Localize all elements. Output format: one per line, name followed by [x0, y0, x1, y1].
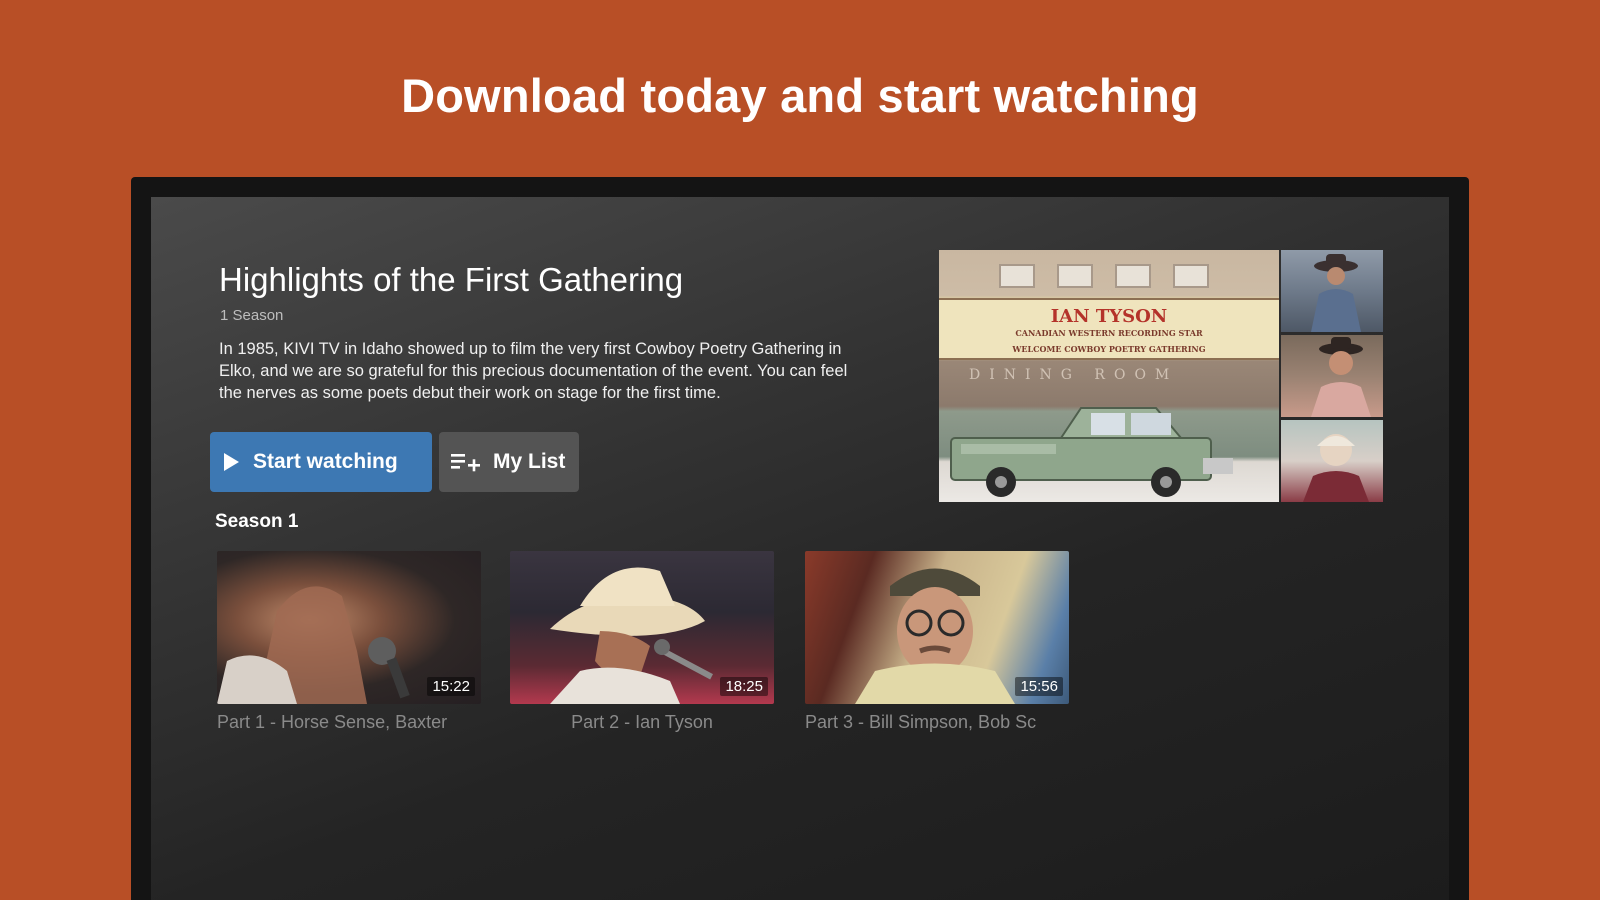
performer-photo-2 — [1281, 335, 1383, 417]
tv-screen: Highlights of the First Gathering 1 Seas… — [151, 197, 1449, 900]
episode-card-3[interactable]: 15:56 Part 3 - Bill Simpson, Bob Sc — [805, 551, 1069, 733]
episode-thumbnail[interactable]: 15:56 — [805, 551, 1069, 704]
episode-title: Part 1 - Horse Sense, Baxter — [217, 712, 448, 732]
season-count: 1 Season — [220, 307, 284, 324]
show-title: Highlights of the First Gathering — [219, 261, 684, 298]
season-label: Season 1 — [215, 511, 299, 532]
start-watching-button[interactable]: Start watching — [210, 432, 432, 492]
marquee-line3: WELCOME COWBOY POETRY GATHERING — [1012, 344, 1206, 354]
marquee-line1: IAN TYSON — [1050, 306, 1168, 327]
building-windows — [999, 264, 1239, 288]
playlist-add-icon — [451, 454, 480, 472]
my-list-button[interactable]: My List — [439, 432, 579, 492]
promo-headline: Download today and start watching — [401, 69, 1199, 122]
show-description: In 1985, KIVI TV in Idaho showed up to f… — [219, 340, 848, 402]
hero-side-strip — [1281, 250, 1383, 502]
episode-card-1[interactable]: 15:22 Part 1 - Horse Sense, Baxter — [217, 551, 481, 733]
performer-photo-3 — [1281, 420, 1383, 502]
my-list-label: My List — [493, 450, 566, 473]
marquee-line2: CANADIAN WESTERN RECORDING STAR — [1015, 328, 1203, 338]
episode-row: 15:22 Part 1 - Horse Sense, Baxter 18:25… — [217, 551, 1117, 751]
episode-duration: 15:22 — [427, 677, 475, 696]
hero-image: IAN TYSON CANADIAN WESTERN RECORDING STA… — [939, 250, 1383, 502]
building-sign: DINING ROOM — [969, 367, 1179, 383]
episode-duration: 18:25 — [720, 677, 768, 696]
performer-photo-1 — [1281, 250, 1383, 332]
marquee-sign: IAN TYSON CANADIAN WESTERN RECORDING STA… — [939, 298, 1279, 360]
episode-title: Part 3 - Bill Simpson, Bob Sc — [805, 712, 1037, 732]
episode-duration: 15:56 — [1015, 677, 1063, 696]
episode-thumbnail[interactable]: 18:25 — [510, 551, 774, 704]
episode-card-2[interactable]: 18:25 Part 2 - Ian Tyson — [510, 551, 774, 733]
play-icon — [224, 453, 239, 471]
truck-illustration — [950, 407, 1233, 497]
episode-title: Part 2 - Ian Tyson — [571, 712, 713, 732]
episode-thumbnail[interactable]: 15:22 — [217, 551, 481, 704]
start-watching-label: Start watching — [253, 450, 398, 473]
hero-main-photo: IAN TYSON CANADIAN WESTERN RECORDING STA… — [939, 250, 1279, 502]
